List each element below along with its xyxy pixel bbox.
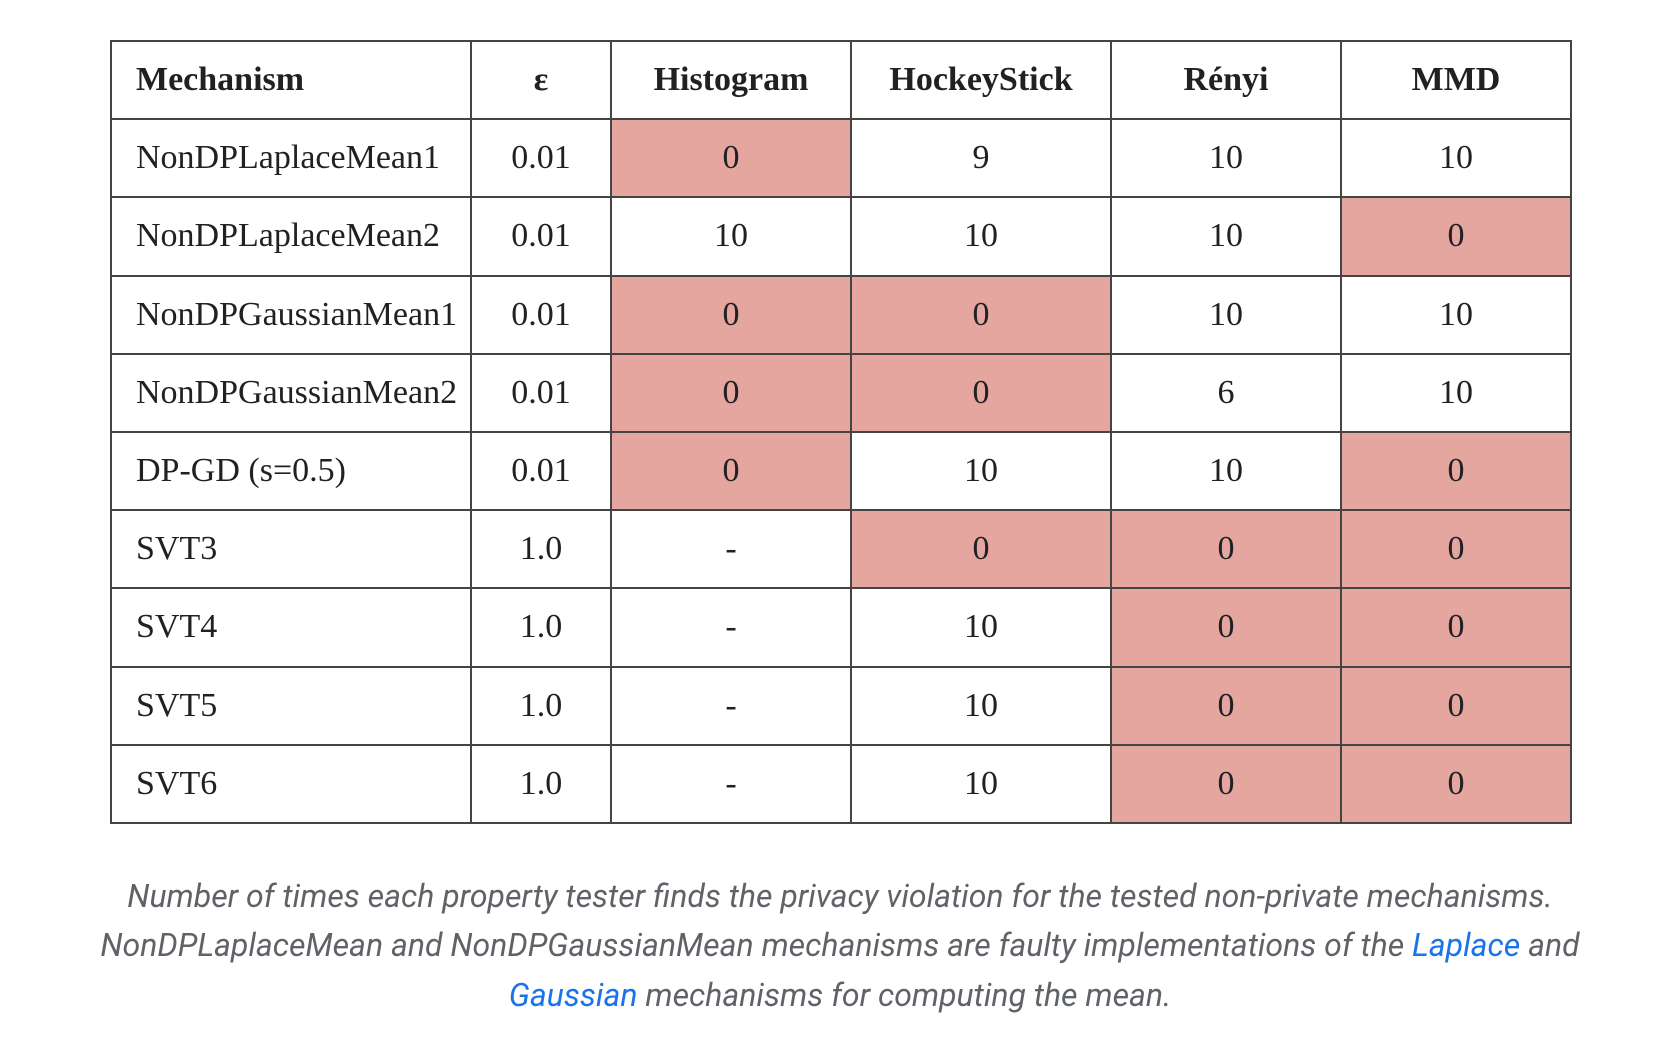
table-row: NonDPLaplaceMean10.01091010 bbox=[111, 119, 1571, 197]
cell-value: 6 bbox=[1111, 354, 1341, 432]
cell-value: 0 bbox=[1341, 510, 1571, 588]
cell-epsilon: 0.01 bbox=[471, 432, 611, 510]
table-row: SVT31.0-000 bbox=[111, 510, 1571, 588]
cell-mechanism: NonDPGaussianMean2 bbox=[111, 354, 471, 432]
cell-value: 10 bbox=[1111, 432, 1341, 510]
cell-epsilon: 0.01 bbox=[471, 119, 611, 197]
cell-epsilon: 1.0 bbox=[471, 667, 611, 745]
cell-value: 9 bbox=[851, 119, 1111, 197]
table-row: SVT41.0-1000 bbox=[111, 588, 1571, 666]
col-mmd: MMD bbox=[1341, 41, 1571, 119]
cell-mechanism: SVT5 bbox=[111, 667, 471, 745]
col-histogram: Histogram bbox=[611, 41, 851, 119]
table-row: NonDPGaussianMean10.01001010 bbox=[111, 276, 1571, 354]
cell-value: - bbox=[611, 510, 851, 588]
table-row: NonDPLaplaceMean20.011010100 bbox=[111, 197, 1571, 275]
col-renyi: Rényi bbox=[1111, 41, 1341, 119]
cell-value: 0 bbox=[611, 432, 851, 510]
cell-value: - bbox=[611, 588, 851, 666]
cell-value: 10 bbox=[1341, 276, 1571, 354]
cell-value: 10 bbox=[851, 745, 1111, 823]
cell-value: 10 bbox=[1111, 276, 1341, 354]
cell-value: 10 bbox=[1111, 119, 1341, 197]
cell-value: 0 bbox=[1111, 745, 1341, 823]
cell-epsilon: 1.0 bbox=[471, 510, 611, 588]
cell-mechanism: SVT4 bbox=[111, 588, 471, 666]
caption-text: mechanisms for computing the mean. bbox=[638, 976, 1172, 1014]
cell-epsilon: 0.01 bbox=[471, 276, 611, 354]
link-laplace[interactable]: Laplace bbox=[1412, 926, 1520, 964]
cell-value: 10 bbox=[611, 197, 851, 275]
cell-value: 0 bbox=[1341, 432, 1571, 510]
table-row: NonDPGaussianMean20.0100610 bbox=[111, 354, 1571, 432]
cell-value: 10 bbox=[851, 588, 1111, 666]
cell-value: 0 bbox=[1111, 667, 1341, 745]
cell-value: 0 bbox=[1111, 510, 1341, 588]
cell-epsilon: 0.01 bbox=[471, 354, 611, 432]
cell-value: 0 bbox=[611, 119, 851, 197]
cell-value: 10 bbox=[851, 432, 1111, 510]
results-table-container: Mechanism ε Histogram HockeyStick Rényi … bbox=[110, 40, 1570, 824]
cell-value: 0 bbox=[1341, 588, 1571, 666]
cell-value: 0 bbox=[851, 354, 1111, 432]
cell-value: 0 bbox=[1111, 588, 1341, 666]
cell-epsilon: 1.0 bbox=[471, 745, 611, 823]
cell-value: 10 bbox=[1341, 354, 1571, 432]
cell-value: 0 bbox=[611, 354, 851, 432]
cell-epsilon: 0.01 bbox=[471, 197, 611, 275]
col-epsilon: ε bbox=[471, 41, 611, 119]
cell-value: 10 bbox=[1111, 197, 1341, 275]
cell-mechanism: DP-GD (s=0.5) bbox=[111, 432, 471, 510]
cell-value: 10 bbox=[851, 667, 1111, 745]
table-header-row: Mechanism ε Histogram HockeyStick Rényi … bbox=[111, 41, 1571, 119]
cell-epsilon: 1.0 bbox=[471, 588, 611, 666]
cell-value: 0 bbox=[851, 276, 1111, 354]
cell-value: - bbox=[611, 667, 851, 745]
cell-value: 10 bbox=[1341, 119, 1571, 197]
caption-text: Number of times each property tester fin… bbox=[100, 877, 1552, 965]
cell-mechanism: NonDPGaussianMean1 bbox=[111, 276, 471, 354]
table-row: SVT51.0-1000 bbox=[111, 667, 1571, 745]
table-row: DP-GD (s=0.5)0.01010100 bbox=[111, 432, 1571, 510]
table-caption: Number of times each property tester fin… bbox=[60, 872, 1620, 1021]
cell-value: 0 bbox=[851, 510, 1111, 588]
cell-value: 0 bbox=[611, 276, 851, 354]
table-row: SVT61.0-1000 bbox=[111, 745, 1571, 823]
cell-value: 0 bbox=[1341, 667, 1571, 745]
col-mechanism: Mechanism bbox=[111, 41, 471, 119]
caption-text: and bbox=[1520, 926, 1579, 964]
cell-value: - bbox=[611, 745, 851, 823]
cell-mechanism: NonDPLaplaceMean1 bbox=[111, 119, 471, 197]
cell-value: 10 bbox=[851, 197, 1111, 275]
results-table: Mechanism ε Histogram HockeyStick Rényi … bbox=[110, 40, 1572, 824]
link-gaussian[interactable]: Gaussian bbox=[509, 976, 638, 1014]
cell-value: 0 bbox=[1341, 197, 1571, 275]
cell-mechanism: SVT3 bbox=[111, 510, 471, 588]
table-body: NonDPLaplaceMean10.01091010NonDPLaplaceM… bbox=[111, 119, 1571, 823]
col-hockeystick: HockeyStick bbox=[851, 41, 1111, 119]
cell-mechanism: SVT6 bbox=[111, 745, 471, 823]
cell-mechanism: NonDPLaplaceMean2 bbox=[111, 197, 471, 275]
cell-value: 0 bbox=[1341, 745, 1571, 823]
